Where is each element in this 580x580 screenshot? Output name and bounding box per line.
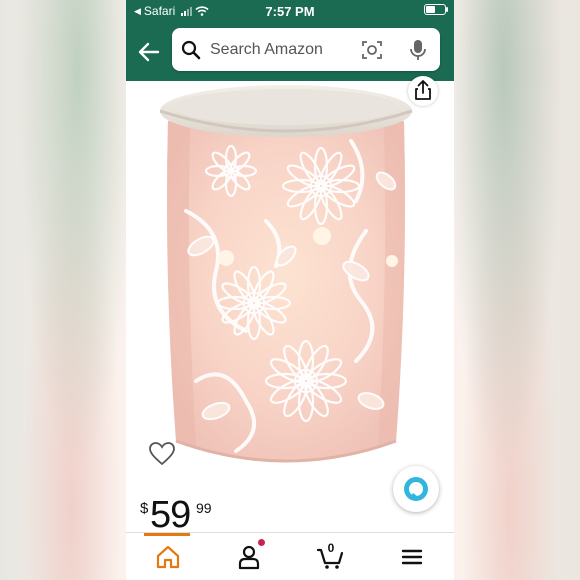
camera-icon[interactable] [361,39,383,61]
phone-screen: ◀ Safari 7:57 PM Search Amazon $ 59 99 0 [126,0,454,580]
microphone-icon[interactable] [408,38,428,62]
share-button[interactable] [408,76,438,106]
account-icon[interactable] [235,543,263,571]
status-time: 7:57 PM [265,4,315,19]
price-fraction: 99 [196,500,212,516]
status-bar: ◀ Safari 7:57 PM [126,0,454,22]
alexa-icon [404,477,428,501]
product-image[interactable] [156,81,416,471]
heart-icon[interactable] [148,441,176,467]
tab-bar: 0 [126,532,454,580]
header: Search Amazon [126,22,454,81]
background-right [452,0,580,580]
home-icon[interactable] [154,543,182,571]
share-icon [415,80,431,100]
price-whole: 59 [150,494,191,536]
battery-icon [424,4,448,15]
cart-count: 0 [327,541,335,555]
account-notification-dot [258,539,265,546]
active-tab-indicator [144,533,190,536]
search-input[interactable]: Search Amazon [210,41,323,59]
alexa-button[interactable] [393,466,439,512]
menu-icon[interactable] [398,543,426,571]
back-arrow-icon[interactable] [136,39,162,65]
search-bar[interactable]: Search Amazon [172,28,440,71]
price-currency: $ [140,500,149,517]
search-icon [181,40,201,60]
background-left [0,0,130,580]
status-right [424,4,448,15]
